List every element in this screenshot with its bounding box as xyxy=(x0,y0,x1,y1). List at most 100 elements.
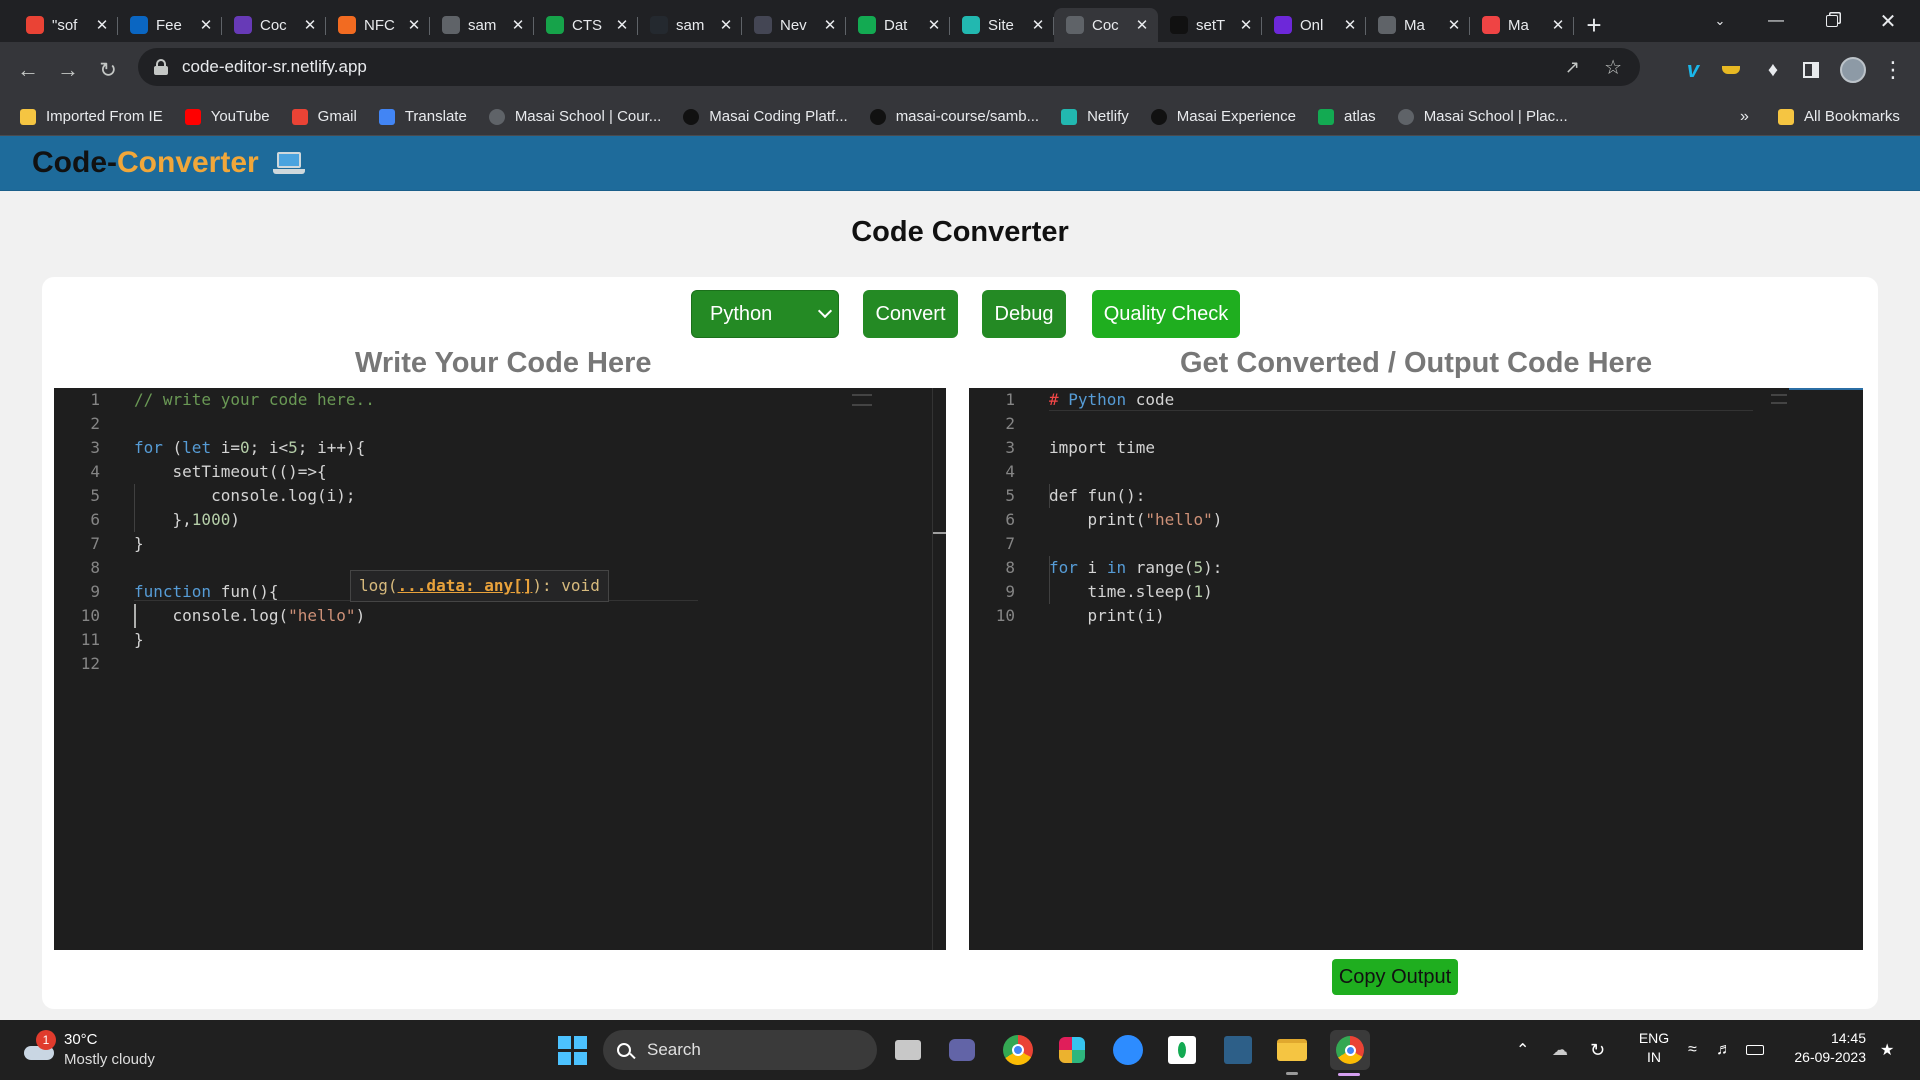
language-select[interactable]: Python xyxy=(691,290,839,338)
close-tab-icon[interactable]: ✕ xyxy=(302,16,318,34)
close-tab-icon[interactable]: ✕ xyxy=(510,16,526,34)
sync-icon[interactable]: ↻ xyxy=(1590,1020,1605,1080)
bookmark-item[interactable]: Masai School | Plac... xyxy=(1397,108,1568,125)
close-tab-icon[interactable]: ✕ xyxy=(1550,16,1566,34)
profile-avatar[interactable] xyxy=(1834,42,1872,98)
browser-tab[interactable]: Ma ✕ xyxy=(1470,8,1574,42)
code-line: 4 xyxy=(969,460,1863,484)
side-panel-icon[interactable] xyxy=(1792,42,1830,98)
new-tab-button[interactable]: + xyxy=(1574,8,1614,42)
browser-tab[interactable]: sam ✕ xyxy=(430,8,534,42)
close-tab-icon[interactable]: ✕ xyxy=(1342,16,1358,34)
share-icon[interactable]: ↗ xyxy=(1565,57,1580,78)
back-icon[interactable]: ← xyxy=(8,50,48,90)
task-view-icon[interactable] xyxy=(892,1034,924,1066)
close-tab-icon[interactable]: ✕ xyxy=(926,16,942,34)
close-tab-icon[interactable]: ✕ xyxy=(1030,16,1046,34)
bookmark-item[interactable]: atlas xyxy=(1318,108,1376,125)
mysql-workbench-icon[interactable] xyxy=(1222,1034,1254,1066)
brand-prefix: Code- xyxy=(32,146,117,179)
bookmark-item[interactable]: Gmail xyxy=(291,108,357,125)
code-line: 3 import time xyxy=(969,436,1863,460)
close-window-icon[interactable]: ✕ xyxy=(1860,0,1916,42)
all-bookmarks-button[interactable]: All Bookmarks xyxy=(1778,108,1900,125)
close-tab-icon[interactable]: ✕ xyxy=(1446,16,1462,34)
output-code-editor[interactable]: 1 # Python code 2 3 import time 4 5 def fun(): 6… xyxy=(969,388,1863,950)
quality-check-button[interactable]: Quality Check xyxy=(1092,290,1240,338)
browser-tab[interactable]: NFC ✕ xyxy=(326,8,430,42)
restore-icon[interactable] xyxy=(1804,0,1860,42)
show-hidden-icons[interactable]: ⌃ xyxy=(1516,1020,1529,1080)
bookmark-item[interactable]: Masai School | Cour... xyxy=(488,108,661,125)
browser-tab[interactable]: Onl ✕ xyxy=(1262,8,1366,42)
brand-logo[interactable]: Code-Converter xyxy=(32,146,305,180)
extension-icon[interactable] xyxy=(1712,42,1750,98)
browser-tab[interactable]: CTS ✕ xyxy=(534,8,638,42)
lock-icon xyxy=(154,59,168,75)
close-tab-icon[interactable]: ✕ xyxy=(1134,16,1150,34)
convert-button[interactable]: Convert xyxy=(863,290,958,338)
line-number: 2 xyxy=(90,414,100,433)
chrome-icon[interactable] xyxy=(1002,1034,1034,1066)
github-icon xyxy=(869,108,886,125)
close-tab-icon[interactable]: ✕ xyxy=(822,16,838,34)
weather-widget[interactable]: 1 xyxy=(22,1030,56,1066)
mongodb-compass-icon[interactable] xyxy=(1166,1034,1198,1066)
taskbar-search[interactable]: Search xyxy=(603,1030,877,1070)
bookmark-item[interactable]: Imported From IE xyxy=(20,108,163,125)
menu-kebab-icon[interactable]: ⋮ xyxy=(1874,42,1912,98)
zoom-icon[interactable] xyxy=(1112,1034,1144,1066)
browser-tab[interactable]: "sof ✕ xyxy=(14,8,118,42)
forward-icon[interactable]: → xyxy=(48,50,88,90)
line-number: 7 xyxy=(1005,534,1015,553)
copy-output-button[interactable]: Copy Output xyxy=(1332,959,1458,995)
address-bar[interactable]: code-editor-sr.netlify.app ↗ ☆ xyxy=(138,48,1640,86)
file-explorer-icon[interactable] xyxy=(1276,1034,1308,1066)
browser-tab[interactable]: Coc ✕ xyxy=(1054,8,1158,42)
masai-m-icon xyxy=(683,108,700,125)
browser-tab[interactable]: Nev ✕ xyxy=(742,8,846,42)
bookmark-item[interactable]: Masai Coding Platf... xyxy=(683,108,848,125)
close-tab-icon[interactable]: ✕ xyxy=(614,16,630,34)
bookmarks-overflow-button[interactable]: » xyxy=(1740,108,1749,126)
teams-chat-icon[interactable] xyxy=(946,1034,978,1066)
input-code-editor[interactable]: log(...data: any[]): void 1// write your… xyxy=(54,388,946,950)
bookmark-star-icon[interactable]: ☆ xyxy=(1604,55,1622,80)
bookmark-item[interactable]: YouTube xyxy=(184,108,270,125)
bookmark-item[interactable]: masai-course/samb... xyxy=(869,108,1039,125)
close-tab-icon[interactable]: ✕ xyxy=(1238,16,1254,34)
bookmark-item[interactable]: Translate xyxy=(378,108,467,125)
browser-tab[interactable]: Site ✕ xyxy=(950,8,1054,42)
reload-icon[interactable]: ↻ xyxy=(88,50,128,90)
line-number: 7 xyxy=(90,534,100,553)
vimeo-extension-icon[interactable]: v xyxy=(1674,42,1712,98)
wifi-icon[interactable]: ≈ xyxy=(1688,1020,1697,1080)
browser-tab[interactable]: setT ✕ xyxy=(1158,8,1262,42)
bookmark-item[interactable]: Masai Experience xyxy=(1150,108,1296,125)
close-tab-icon[interactable]: ✕ xyxy=(718,16,734,34)
chrome-profile-icon[interactable] xyxy=(1330,1030,1370,1070)
battery-icon[interactable] xyxy=(1746,1020,1764,1080)
browser-tab[interactable]: Coc ✕ xyxy=(222,8,326,42)
browser-tab[interactable]: Dat ✕ xyxy=(846,8,950,42)
clock[interactable]: 14:45 26-09-2023 xyxy=(1782,1030,1866,1065)
minimize-icon[interactable]: — xyxy=(1748,0,1804,42)
browser-tab[interactable]: Fee ✕ xyxy=(118,8,222,42)
close-tab-icon[interactable]: ✕ xyxy=(198,16,214,34)
notification-center-icon[interactable]: ★ xyxy=(1880,1020,1894,1080)
windows-start-icon[interactable] xyxy=(556,1034,588,1066)
extensions-puzzle-icon[interactable]: ♦ xyxy=(1754,42,1792,98)
volume-icon[interactable]: ♬ xyxy=(1716,1020,1732,1080)
debug-button[interactable]: Debug xyxy=(982,290,1066,338)
masai-m-icon xyxy=(1150,108,1167,125)
input-language[interactable]: ENG IN xyxy=(1636,1030,1672,1065)
slack-icon[interactable] xyxy=(1056,1034,1088,1066)
globe-icon xyxy=(1378,16,1396,34)
tab-search-icon[interactable]: ⌄ xyxy=(1692,0,1748,42)
close-tab-icon[interactable]: ✕ xyxy=(406,16,422,34)
browser-tab[interactable]: Ma ✕ xyxy=(1366,8,1470,42)
close-tab-icon[interactable]: ✕ xyxy=(94,16,110,34)
browser-tab[interactable]: sam ✕ xyxy=(638,8,742,42)
onedrive-icon[interactable]: ☁ xyxy=(1552,1020,1568,1080)
bookmark-item[interactable]: Netlify xyxy=(1061,108,1129,125)
